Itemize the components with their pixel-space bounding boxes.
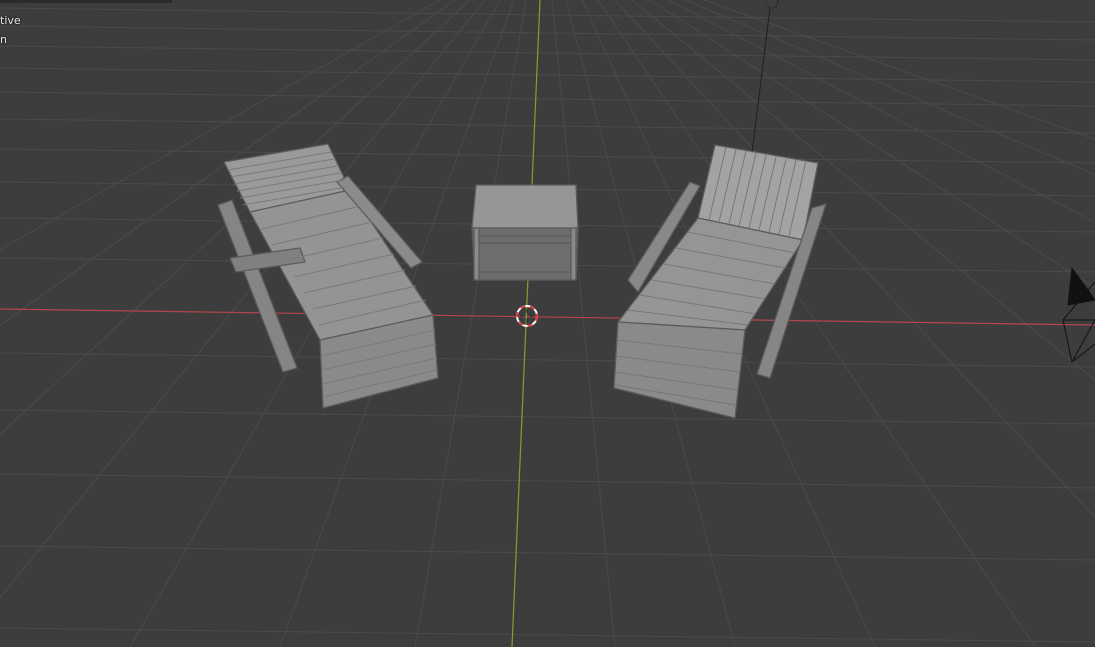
- scene-canvas[interactable]: [0, 0, 1095, 647]
- 3d-viewport[interactable]: tive n: [0, 0, 1095, 647]
- floor-grid: [0, 0, 1095, 647]
- side-table[interactable]: [471, 184, 579, 281]
- viewport-collection-label: n: [0, 33, 7, 46]
- camera-object[interactable]: [1062, 266, 1095, 363]
- viewport-view-label: tive: [0, 14, 21, 27]
- lounge-chair-left[interactable]: [217, 143, 439, 409]
- y-axis-line: [511, 0, 541, 647]
- x-axis-line: [0, 308, 1095, 326]
- lounge-chair-right[interactable]: [613, 144, 827, 419]
- 3d-cursor[interactable]: [516, 305, 538, 327]
